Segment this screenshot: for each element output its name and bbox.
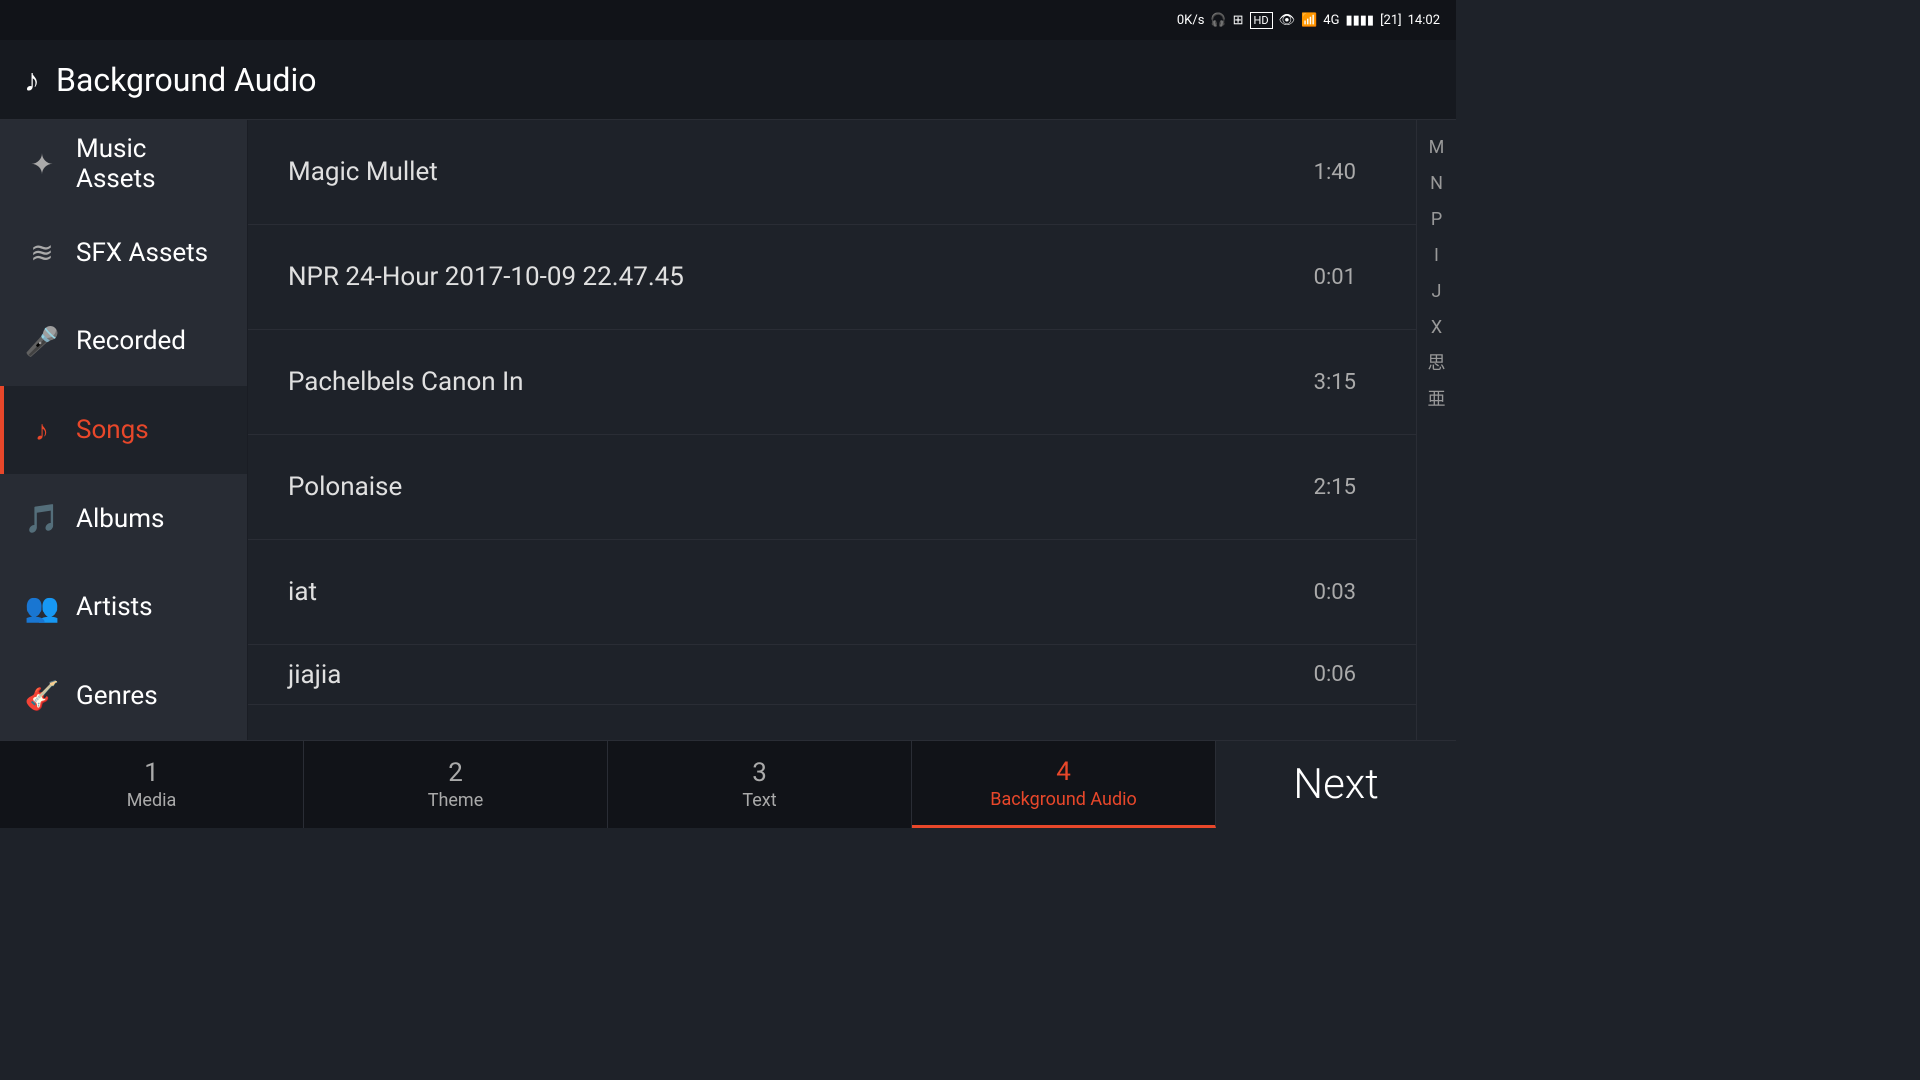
music-assets-label: MusicAssets <box>76 134 156 194</box>
sfx-label: SFX Assets <box>76 238 208 268</box>
recorded-icon: 🎤 <box>24 325 60 358</box>
sidebar-item-albums[interactable]: 🎵 Albums <box>0 474 247 563</box>
time-display: 14:02 <box>1408 13 1440 28</box>
song-item-polonaise[interactable]: Polonaise 2:15 <box>248 435 1416 540</box>
bottom-navigation: 1 Media 2 Theme 3 Text 4 Background Audi… <box>0 740 1456 828</box>
tab-theme[interactable]: 2 Theme <box>304 741 608 828</box>
next-label: Next <box>1293 760 1379 809</box>
genres-icon: 🎸 <box>24 679 60 712</box>
status-icons: 0K/s 🎧 ⊞ HD 👁 📶 4G ▮▮▮▮ [21] 14:02 <box>1177 12 1440 29</box>
song-duration: 1:40 <box>1314 160 1356 185</box>
tab-bg-audio-label: Background Audio <box>990 789 1137 810</box>
alphabet-index: M N P I J X 思 亜 <box>1416 120 1456 740</box>
song-item-iat[interactable]: iat 0:03 <box>248 540 1416 645</box>
song-item-pachelbel[interactable]: Pachelbels Canon In 3:15 <box>248 330 1416 435</box>
tab-media[interactable]: 1 Media <box>0 741 304 828</box>
tab-text[interactable]: 3 Text <box>608 741 912 828</box>
song-name: Pachelbels Canon In <box>288 367 1314 397</box>
song-name: Polonaise <box>288 472 1314 502</box>
tab-theme-label: Theme <box>428 790 484 811</box>
albums-icon: 🎵 <box>24 502 60 535</box>
song-duration: 0:01 <box>1314 265 1356 290</box>
tab-media-label: Media <box>127 790 177 811</box>
speed-indicator: 0K/s <box>1177 13 1205 28</box>
eye-icon: 👁 <box>1279 13 1296 28</box>
tab-text-num: 3 <box>752 758 767 788</box>
tab-background-audio[interactable]: 4 Background Audio <box>912 741 1216 828</box>
artists-label: Artists <box>76 592 153 622</box>
song-item-magic-mullet[interactable]: Magic Mullet 1:40 <box>248 120 1416 225</box>
sidebar-item-artists[interactable]: 👥 Artists <box>0 563 247 652</box>
signal-icon: ▮▮▮▮ <box>1345 13 1374 28</box>
sidebar-item-songs[interactable]: ♪ Songs <box>0 386 247 475</box>
headphone-icon: 🎧 <box>1210 13 1226 28</box>
sidebar: ✦ MusicAssets ≋ SFX Assets 🎤 Recorded ♪ … <box>0 120 248 740</box>
song-item-jiajia[interactable]: jiajia 0:06 <box>248 645 1416 705</box>
hd-icon: HD <box>1250 12 1273 29</box>
song-name: NPR 24-Hour 2017-10-09 22.47.45 <box>288 262 1314 292</box>
bluetooth-icon: ⊞ <box>1233 13 1244 28</box>
alpha-char-X[interactable]: X <box>1431 310 1442 346</box>
content-area: Magic Mullet 1:40 NPR 24-Hour 2017-10-09… <box>248 120 1456 740</box>
song-duration: 2:15 <box>1314 475 1356 500</box>
song-name: jiajia <box>288 660 1314 690</box>
main-layout: ✦ MusicAssets ≋ SFX Assets 🎤 Recorded ♪ … <box>0 120 1456 740</box>
alpha-char-si[interactable]: 思 <box>1428 346 1446 382</box>
battery-icon: [21] <box>1380 13 1402 28</box>
sidebar-item-recorded[interactable]: 🎤 Recorded <box>0 297 247 386</box>
cell-icon: 4G <box>1323 13 1339 28</box>
next-button[interactable]: Next <box>1216 741 1456 828</box>
albums-label: Albums <box>76 504 164 534</box>
sidebar-item-genres[interactable]: 🎸 Genres <box>0 651 247 740</box>
alpha-char-N[interactable]: N <box>1430 166 1443 202</box>
song-duration: 0:03 <box>1314 580 1356 605</box>
tab-text-label: Text <box>742 790 776 811</box>
song-item-npr[interactable]: NPR 24-Hour 2017-10-09 22.47.45 0:01 <box>248 225 1416 330</box>
artists-icon: 👥 <box>24 591 60 624</box>
page-header: ♪ Background Audio <box>0 40 1456 120</box>
genres-label: Genres <box>76 681 158 711</box>
alpha-char-J[interactable]: J <box>1432 274 1442 310</box>
song-duration: 0:06 <box>1314 662 1356 687</box>
song-list: Magic Mullet 1:40 NPR 24-Hour 2017-10-09… <box>248 120 1416 740</box>
song-name: Magic Mullet <box>288 157 1314 187</box>
song-name: iat <box>288 577 1314 607</box>
alpha-char-ya[interactable]: 亜 <box>1428 382 1446 418</box>
tab-media-num: 1 <box>144 758 159 788</box>
music-assets-icon: ✦ <box>24 148 60 181</box>
song-duration: 3:15 <box>1314 370 1356 395</box>
recorded-label: Recorded <box>76 326 186 356</box>
songs-label: Songs <box>76 415 149 445</box>
alpha-char-M[interactable]: M <box>1429 130 1445 166</box>
alpha-char-I[interactable]: I <box>1434 238 1439 274</box>
songs-icon: ♪ <box>24 414 60 447</box>
header-music-icon: ♪ <box>24 61 40 99</box>
sfx-icon: ≋ <box>24 236 60 269</box>
wifi-icon: 📶 <box>1301 13 1317 28</box>
sidebar-item-music-assets[interactable]: ✦ MusicAssets <box>0 120 247 209</box>
page-title: Background Audio <box>56 61 316 99</box>
status-bar: 0K/s 🎧 ⊞ HD 👁 📶 4G ▮▮▮▮ [21] 14:02 <box>0 0 1456 40</box>
sidebar-item-sfx-assets[interactable]: ≋ SFX Assets <box>0 209 247 298</box>
tab-bg-audio-num: 4 <box>1056 757 1071 787</box>
alpha-char-P[interactable]: P <box>1431 202 1442 238</box>
tab-theme-num: 2 <box>448 758 463 788</box>
